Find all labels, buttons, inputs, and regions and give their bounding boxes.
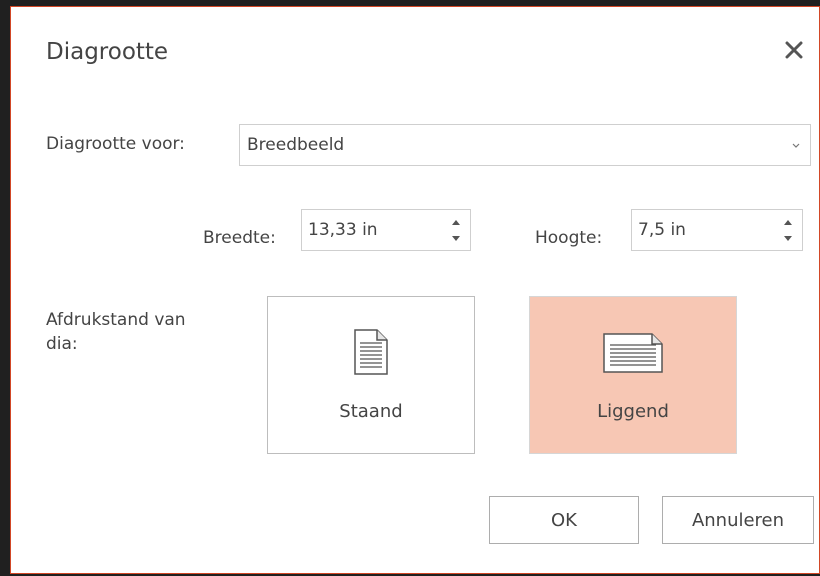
dialog-title: Diagrootte bbox=[46, 39, 169, 65]
close-icon bbox=[785, 41, 803, 59]
close-button[interactable] bbox=[779, 35, 809, 65]
width-increase-button[interactable] bbox=[450, 216, 462, 228]
chevron-down-icon bbox=[792, 143, 800, 148]
ok-button[interactable]: OK bbox=[489, 496, 639, 544]
caret-up-icon bbox=[784, 219, 792, 225]
slide-size-label: Diagrootte voor: bbox=[46, 134, 185, 154]
height-input[interactable]: 7,5 in bbox=[638, 220, 686, 240]
caret-down-icon bbox=[784, 235, 792, 241]
caret-up-icon bbox=[452, 219, 460, 225]
portrait-option[interactable]: Staand bbox=[267, 296, 475, 454]
landscape-option[interactable]: Liggend bbox=[529, 296, 737, 454]
caret-down-icon bbox=[452, 235, 460, 241]
orientation-label-line1: Afdrukstand van bbox=[46, 310, 186, 330]
landscape-document-icon bbox=[603, 333, 663, 373]
portrait-document-icon bbox=[354, 329, 388, 375]
cancel-button[interactable]: Annuleren bbox=[662, 496, 814, 544]
landscape-label: Liggend bbox=[597, 401, 669, 422]
portrait-label: Staand bbox=[339, 401, 403, 422]
height-decrease-button[interactable] bbox=[782, 232, 794, 244]
height-label: Hoogte: bbox=[535, 228, 603, 248]
width-spinner: 13,33 in bbox=[301, 209, 471, 251]
slide-size-select[interactable]: Breedbeeld bbox=[239, 124, 811, 166]
height-spinner: 7,5 in bbox=[631, 209, 803, 251]
slide-size-dialog: Diagrootte Diagrootte voor: Breedbeeld B… bbox=[10, 6, 820, 574]
orientation-label-line2: dia: bbox=[46, 334, 78, 354]
width-input[interactable]: 13,33 in bbox=[308, 220, 378, 240]
height-increase-button[interactable] bbox=[782, 216, 794, 228]
slide-size-value: Breedbeeld bbox=[247, 135, 345, 155]
width-decrease-button[interactable] bbox=[450, 232, 462, 244]
width-label: Breedte: bbox=[203, 228, 276, 248]
